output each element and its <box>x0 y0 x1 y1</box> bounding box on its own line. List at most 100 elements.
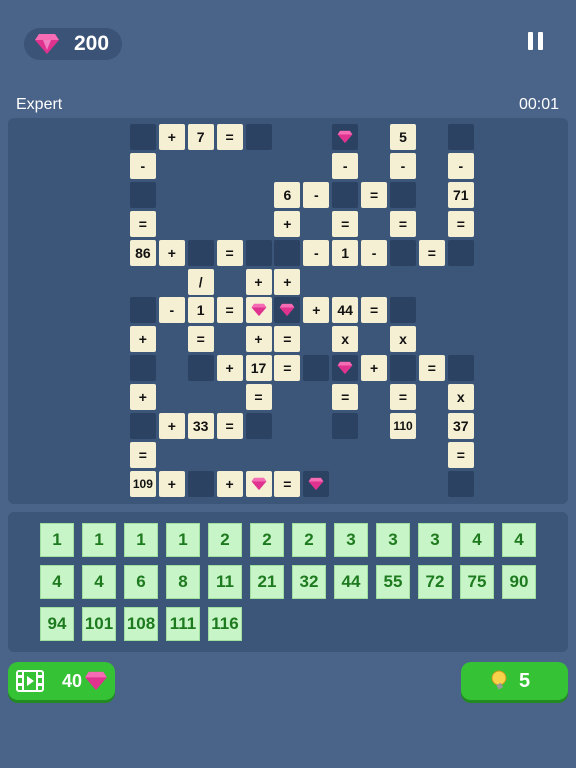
board-cell-gem[interactable] <box>245 297 272 324</box>
number-tile[interactable]: 94 <box>40 607 74 641</box>
board-cell-gem[interactable] <box>332 124 359 150</box>
number-tile[interactable]: 101 <box>82 607 116 641</box>
lightbulb-icon <box>491 670 507 690</box>
video-reward-amount: 40 <box>62 670 83 691</box>
board-cell: + <box>361 355 388 382</box>
board-cell: = <box>332 384 359 411</box>
board-cell-empty[interactable] <box>390 181 416 208</box>
board-cell-empty[interactable] <box>245 124 272 150</box>
number-tile[interactable]: 108 <box>124 607 158 641</box>
number-tile[interactable]: 2 <box>208 523 242 557</box>
number-tile[interactable]: 4 <box>82 565 116 599</box>
watch-video-button[interactable]: 40 <box>8 662 115 700</box>
board-cell-gem[interactable] <box>245 470 272 497</box>
number-tile[interactable]: 72 <box>418 565 452 599</box>
board-cell: + <box>216 470 243 497</box>
board-cell: - <box>129 152 156 179</box>
number-tile[interactable]: 111 <box>166 607 200 641</box>
board-cell-gem[interactable] <box>274 297 301 324</box>
board-cell: 86 <box>129 239 156 266</box>
board-cell: + <box>158 239 185 266</box>
number-tile[interactable]: 1 <box>166 523 200 557</box>
board-cell: = <box>187 326 214 353</box>
number-tile[interactable]: 1 <box>82 523 116 557</box>
board-cell: + <box>158 124 185 150</box>
board-cell-empty[interactable] <box>447 124 474 150</box>
board-cell: = <box>216 413 243 439</box>
number-tile[interactable]: 1 <box>124 523 158 557</box>
number-tile[interactable]: 116 <box>208 607 242 641</box>
number-tile[interactable]: 2 <box>292 523 326 557</box>
board-cell: 6 <box>274 181 301 208</box>
board-cell: = <box>216 124 243 150</box>
gem-icon <box>251 477 267 491</box>
number-tile[interactable]: 8 <box>166 565 200 599</box>
board-cell: - <box>390 152 416 179</box>
board-cell-empty[interactable] <box>332 413 359 439</box>
board-cell: 109 <box>129 470 156 497</box>
hint-button[interactable]: 5 <box>461 662 568 700</box>
gem-icon <box>251 303 267 317</box>
board-cell: - <box>303 239 330 266</box>
gem-count: 200 <box>74 32 110 55</box>
board-cell-empty[interactable] <box>187 470 214 497</box>
number-tile[interactable]: 3 <box>376 523 410 557</box>
board-cell: = <box>332 210 359 237</box>
number-tile[interactable]: 32 <box>292 565 326 599</box>
board-cell-empty[interactable] <box>447 470 474 497</box>
number-tile[interactable]: 11 <box>208 565 242 599</box>
pause-icon <box>528 32 533 50</box>
board-cell-empty[interactable] <box>303 355 330 382</box>
pause-button[interactable] <box>528 32 544 50</box>
board-cell: = <box>129 210 156 237</box>
board-cell-empty[interactable] <box>129 124 156 150</box>
number-tile[interactable]: 55 <box>376 565 410 599</box>
board-cell-empty[interactable] <box>390 355 416 382</box>
number-tile[interactable]: 4 <box>502 523 536 557</box>
number-tile[interactable]: 6 <box>124 565 158 599</box>
board-cell-empty[interactable] <box>129 297 156 324</box>
board-cell-empty[interactable] <box>129 355 156 382</box>
board-cell: 1 <box>332 239 359 266</box>
board-cell-empty[interactable] <box>274 239 301 266</box>
board-cell-empty[interactable] <box>390 239 416 266</box>
board-cell-empty[interactable] <box>447 355 474 382</box>
board-cell: 71 <box>447 181 474 208</box>
board-cell: 17 <box>245 355 272 382</box>
number-tile[interactable]: 21 <box>250 565 284 599</box>
board-cell: = <box>129 441 156 468</box>
board-cell-empty[interactable] <box>187 355 214 382</box>
board-cell: - <box>447 152 474 179</box>
board-cell: = <box>418 239 445 266</box>
puzzle-board: +7 = 5- - - -6- = 71 = + = = = 86 + = -1- = / + + -1 = +44 = + = + =… <box>8 118 568 504</box>
board-cell-empty[interactable] <box>447 239 474 266</box>
number-tile[interactable]: 2 <box>250 523 284 557</box>
board-cell: + <box>158 470 185 497</box>
board-cell-empty[interactable] <box>332 181 359 208</box>
number-tile[interactable]: 4 <box>40 565 74 599</box>
board-cell-empty[interactable] <box>245 239 272 266</box>
number-tile[interactable]: 1 <box>40 523 74 557</box>
gem-icon <box>35 34 59 54</box>
number-tile[interactable]: 44 <box>334 565 368 599</box>
board-cell-empty[interactable] <box>245 413 272 439</box>
board-cell: x <box>390 326 416 353</box>
gem-icon <box>337 361 353 375</box>
board-cell: + <box>129 384 156 411</box>
board-cell-empty[interactable] <box>129 413 156 439</box>
number-tile[interactable]: 75 <box>460 565 494 599</box>
number-tile[interactable]: 3 <box>334 523 368 557</box>
board-cell: - <box>361 239 388 266</box>
number-tile[interactable]: 3 <box>418 523 452 557</box>
number-tile[interactable]: 4 <box>460 523 494 557</box>
board-cell: = <box>390 384 416 411</box>
number-tile[interactable]: 90 <box>502 565 536 599</box>
board-cell-gem[interactable] <box>303 470 330 497</box>
board-cell: + <box>274 210 301 237</box>
board-cell-empty[interactable] <box>187 239 214 266</box>
board-cell: + <box>216 355 243 382</box>
board-cell-empty[interactable] <box>390 297 416 324</box>
board-cell-empty[interactable] <box>129 181 156 208</box>
board-cell-gem[interactable] <box>332 355 359 382</box>
board-cell: = <box>274 326 301 353</box>
